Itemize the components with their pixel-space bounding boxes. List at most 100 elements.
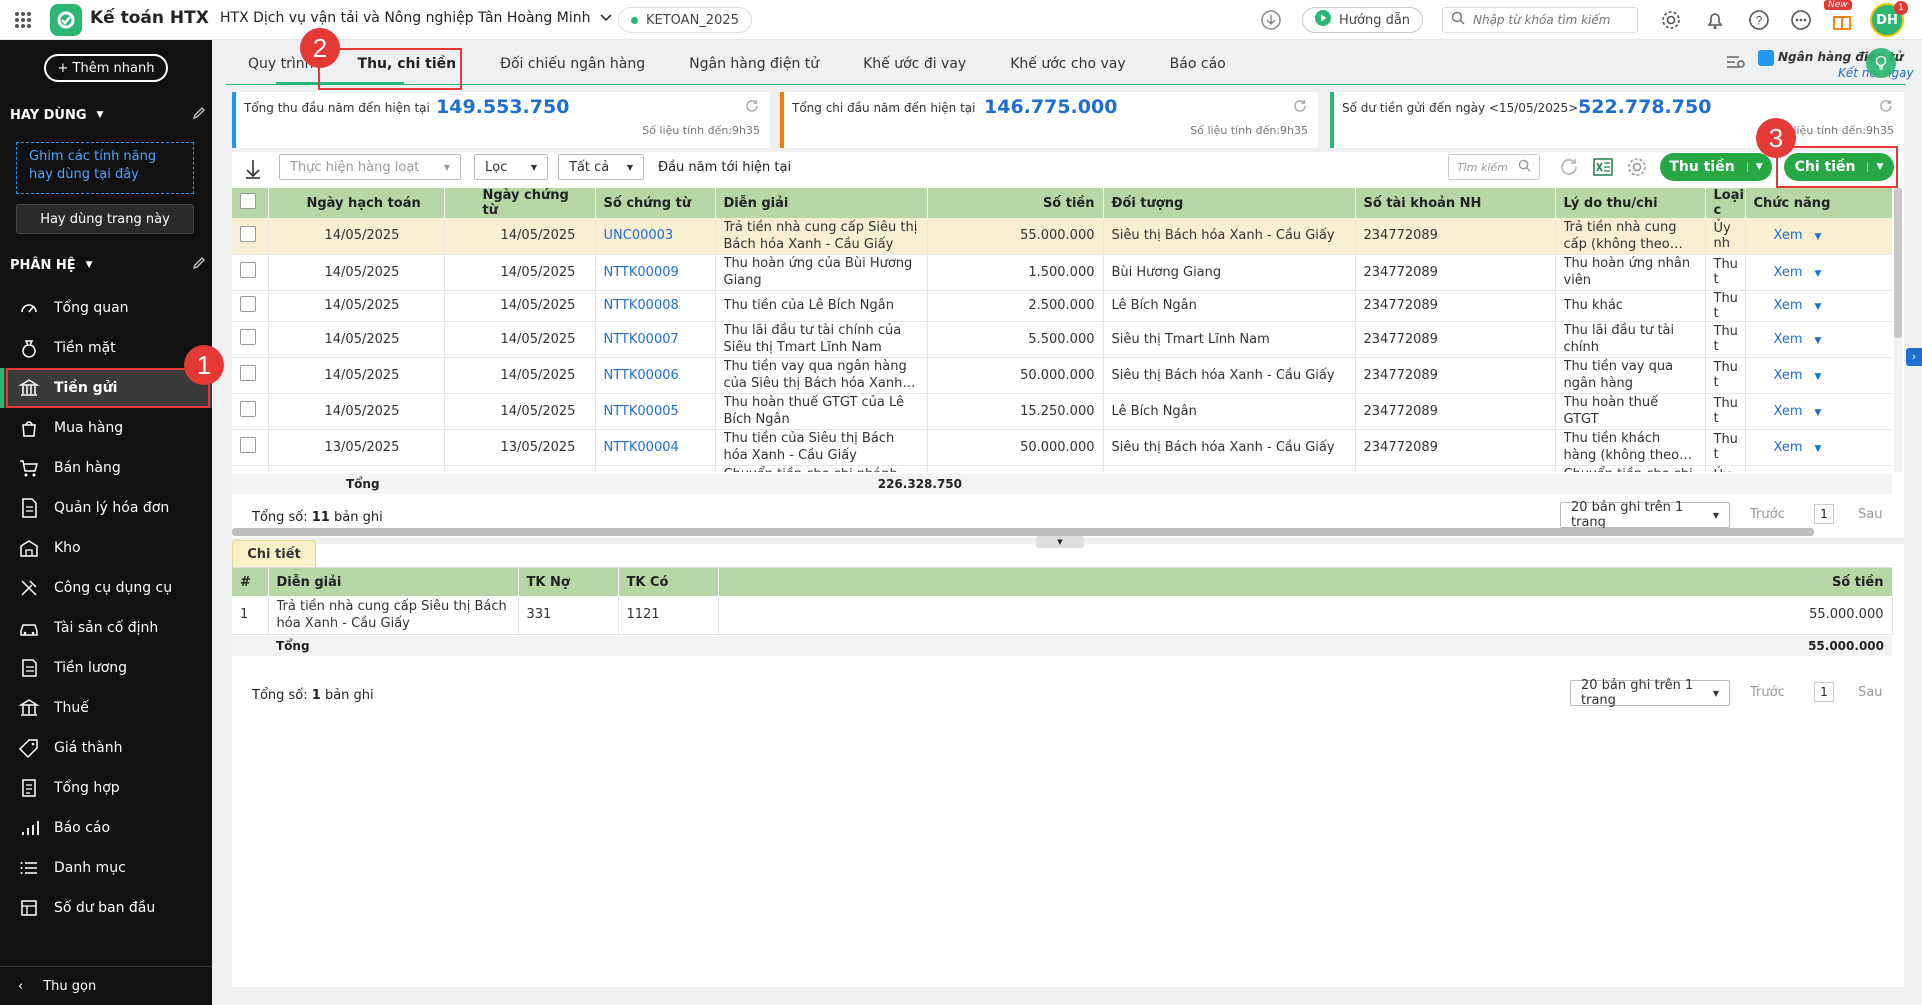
table-row[interactable]: 14/05/2025 14/05/2025 NTTK00006 Thu tiền va…: [232, 357, 1892, 394]
view-link[interactable]: Xem: [1774, 228, 1803, 243]
table-row[interactable]: 10/05/202510/05/2025UNC00002Chuyển tiền …: [232, 465, 1892, 472]
batch-action-dropdown[interactable]: Thực hiện hàng loạt ▼: [279, 154, 461, 180]
cell-action[interactable]: Xem▼: [1745, 465, 1892, 472]
table-row[interactable]: 14/05/2025 14/05/2025 NTTK00009 Thu hoàn ứn…: [232, 254, 1892, 291]
cell-action[interactable]: Xem ▼: [1745, 254, 1892, 291]
detail-column-header[interactable]: TK Có: [618, 568, 719, 596]
caret-down-icon[interactable]: ▼: [1746, 162, 1763, 172]
detail-next-page[interactable]: Sau: [1858, 685, 1882, 700]
caret-down-icon[interactable]: ▼: [1814, 372, 1821, 382]
search-input[interactable]: [1473, 13, 1623, 27]
layout-settings-icon[interactable]: [1726, 54, 1746, 74]
detail-column-header[interactable]: TK Nợ: [518, 568, 619, 596]
row-checkbox[interactable]: [232, 465, 269, 472]
table-row[interactable]: 14/05/2025 14/05/2025 UNC00003 Trả tiền nhà…: [232, 218, 1892, 255]
grid-page-size-select[interactable]: 20 bản ghi trên 1 trang ▼: [1560, 500, 1730, 530]
cell-document-number[interactable]: NTTK00007: [595, 321, 716, 358]
bell-icon[interactable]: [1704, 9, 1726, 35]
sidebar-item-4[interactable]: Bán hàng: [0, 448, 212, 488]
grid-next-page[interactable]: Sau: [1858, 507, 1882, 522]
document-link[interactable]: NTTK00006: [604, 368, 679, 383]
filter-dropdown[interactable]: Lọc ▼: [474, 154, 548, 180]
detail-column-header[interactable]: Số tiền: [718, 568, 1893, 596]
tab-6[interactable]: Báo cáo: [1148, 44, 1248, 84]
caret-down-icon[interactable]: ▼: [97, 110, 104, 120]
view-link[interactable]: Xem: [1774, 332, 1803, 347]
sort-arrow-icon[interactable]: [244, 158, 262, 184]
cell-action[interactable]: Xem ▼: [1745, 321, 1892, 358]
type-select[interactable]: Tất cả ▼: [558, 154, 644, 180]
cell-document-number[interactable]: UNC00003: [595, 218, 716, 255]
caret-down-icon[interactable]: ▼: [1814, 444, 1821, 454]
cell-action[interactable]: Xem▼: [1745, 393, 1892, 430]
cell-document-number[interactable]: UNC00002: [595, 465, 716, 472]
sidebar-item-5[interactable]: Quản lý hóa đơn: [0, 488, 212, 528]
tab-2[interactable]: Đối chiếu ngân hàng: [478, 44, 667, 84]
table-row[interactable]: 14/05/2025 14/05/2025 NTTK00007 Thu lãi đầu…: [232, 321, 1892, 358]
row-checkbox[interactable]: [232, 429, 269, 466]
company-selector[interactable]: HTX Dịch vụ vận tải và Nông nghiệp Tân H…: [220, 10, 613, 26]
grid-current-page[interactable]: 1: [1814, 504, 1834, 524]
view-link[interactable]: Xem: [1774, 404, 1803, 419]
document-link[interactable]: NTTK00009: [604, 265, 679, 280]
document-link[interactable]: NTTK00005: [604, 404, 679, 419]
row-checkbox[interactable]: [232, 218, 269, 255]
cell-action[interactable]: Xem▼: [1745, 357, 1892, 394]
pin-page-button[interactable]: Hay dùng trang này: [16, 204, 194, 234]
view-link[interactable]: Xem: [1774, 265, 1803, 280]
horizontal-scrollbar[interactable]: [232, 528, 1814, 536]
row-checkbox[interactable]: [232, 290, 269, 322]
view-link[interactable]: Xem: [1774, 440, 1803, 455]
splitter-toggle-icon[interactable]: ▼: [1036, 536, 1084, 548]
select-all-checkbox[interactable]: [232, 188, 269, 218]
sidebar-item-3[interactable]: Mua hàng: [0, 408, 212, 448]
document-link[interactable]: NTTK00004: [604, 440, 679, 455]
sidebar-item-13[interactable]: Báo cáo: [0, 808, 212, 848]
detail-prev-page[interactable]: Trước: [1750, 685, 1785, 700]
cell-action[interactable]: Xem ▼: [1745, 429, 1892, 466]
cell-action[interactable]: Xem▼: [1745, 290, 1892, 322]
column-header[interactable]: Diễn giải: [715, 188, 928, 218]
ebank-promo[interactable]: Ngân hàng điện tử Kết nối ngay: [1758, 48, 1918, 82]
download-icon[interactable]: [1260, 9, 1282, 35]
sidebar-item-10[interactable]: Thuế: [0, 688, 212, 728]
settings-gear-icon[interactable]: [1660, 9, 1682, 35]
column-header[interactable]: Số chứng từ: [595, 188, 716, 218]
detail-current-page[interactable]: 1: [1814, 682, 1834, 702]
edit-pencil-icon[interactable]: [192, 106, 206, 124]
collapse-sidebar-button[interactable]: ‹ Thu gọn: [0, 966, 212, 1005]
vertical-scrollbar[interactable]: [1894, 188, 1902, 472]
cell-document-number[interactable]: NTTK00004: [595, 429, 716, 466]
grid-settings-icon[interactable]: [1626, 156, 1648, 182]
sidebar-item-6[interactable]: Kho: [0, 528, 212, 568]
sidebar-item-7[interactable]: Công cụ dụng cụ: [0, 568, 212, 608]
sidebar-item-1[interactable]: Tiền mặt: [0, 328, 212, 368]
refresh-icon[interactable]: [1292, 98, 1308, 118]
app-grid-icon[interactable]: [14, 11, 32, 33]
caret-down-icon[interactable]: ▼: [86, 260, 93, 270]
column-header[interactable]: Số tài khoản NH: [1355, 188, 1556, 218]
refresh-icon[interactable]: [1558, 156, 1580, 182]
sidebar-item-9[interactable]: Tiền lương: [0, 648, 212, 688]
refresh-icon[interactable]: [744, 98, 760, 118]
tab-detail[interactable]: Chi tiết: [232, 540, 316, 568]
database-badge[interactable]: KETOAN_2025: [618, 7, 752, 33]
excel-export-icon[interactable]: [1592, 156, 1614, 182]
refresh-icon[interactable]: [1878, 98, 1894, 118]
sidebar-item-12[interactable]: Tổng hợp: [0, 768, 212, 808]
detail-column-header[interactable]: #: [232, 568, 269, 596]
edit-pencil-icon[interactable]: [192, 256, 206, 274]
caret-down-icon[interactable]: ▼: [1814, 269, 1821, 279]
column-header[interactable]: Loại c: [1705, 188, 1746, 218]
table-row[interactable]: 13/05/2025 13/05/2025 NTTK00004 Thu tiền củ…: [232, 429, 1892, 466]
cell-action[interactable]: Xem▼: [1745, 218, 1892, 255]
document-link[interactable]: NTTK00008: [604, 298, 679, 313]
caret-down-icon[interactable]: ▼: [1814, 336, 1821, 346]
document-link[interactable]: NTTK00007: [604, 332, 679, 347]
detail-column-header[interactable]: Diễn giải: [268, 568, 519, 596]
detail-row[interactable]: 1 Trả tiền nhà cung cấp Siêu thị Bách hóa…: [232, 596, 1893, 635]
row-checkbox[interactable]: [232, 321, 269, 358]
column-header[interactable]: Chức năng: [1745, 188, 1892, 218]
chat-icon[interactable]: [1790, 9, 1812, 35]
search-box[interactable]: [1442, 7, 1638, 33]
